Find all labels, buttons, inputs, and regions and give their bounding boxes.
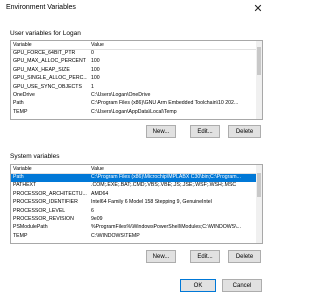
system-header-value[interactable]: Value <box>91 166 253 172</box>
system-variable-row[interactable]: PROCESSOR_IDENTIFIER Intel64 Family 6 Mod… <box>11 199 256 207</box>
user-variable-row[interactable]: TEMP C:\Users\Logan\AppData\Local\Temp <box>11 109 256 117</box>
user-header-value[interactable]: Value <box>91 42 253 48</box>
system-variable-name: PROCESSOR_IDENTIFIER <box>13 199 78 206</box>
system-variable-row[interactable]: TEMP C:\WINDOWS\TEMP <box>11 233 256 241</box>
system-variable-row[interactable]: PSModulePath %ProgramFiles%\WindowsPowerS… <box>11 224 256 232</box>
user-variable-name: OneDrive <box>13 92 35 98</box>
user-variable-value: C:\Program Files (x86)\GNU Arm Embedded … <box>91 100 239 107</box>
user-variable-value: 0 <box>91 50 94 56</box>
system-variable-row[interactable]: PATHEXT .COM;.EXE;.BAT;.CMD;.VBS;.VBE;.JS… <box>11 182 256 190</box>
system-variable-name: PROCESSOR_LEVEL <box>13 207 66 214</box>
system-variable-value: 9e09 <box>91 216 103 222</box>
system-variable-value: AMD64 <box>91 190 109 197</box>
user-variable-value: C:\Users\Logan\OneDrive <box>91 92 151 98</box>
system-list-scrollbar[interactable] <box>256 165 262 243</box>
system-list-header: Variable Value <box>11 165 256 174</box>
system-variable-name: PSModulePath <box>13 224 48 231</box>
system-variable-value: Intel64 Family 6 Model 158 Stepping 9, G… <box>91 199 212 206</box>
system-new-button[interactable]: New... <box>146 250 176 263</box>
user-variable-value: 100 <box>91 75 100 82</box>
system-variables-list[interactable]: Variable Value Path C:\Program Files (x86… <box>10 164 263 244</box>
user-list-scrollbar[interactable] <box>256 41 262 119</box>
user-header-variable[interactable]: Variable <box>13 42 87 48</box>
close-icon[interactable]: ✕ <box>251 2 265 16</box>
system-variable-row[interactable]: Path C:\Program Files (x86)\Microchip\MPL… <box>11 174 256 182</box>
user-variables-label: User variables for Logan <box>10 30 81 37</box>
user-variable-row[interactable]: GPU_MAX_HEAP_SIZE 100 <box>11 67 256 75</box>
user-new-button[interactable]: New... <box>146 125 176 138</box>
user-variable-name: Path <box>13 100 24 107</box>
environment-variables-dialog: Environment Variables ✕ User variables f… <box>0 0 271 300</box>
user-variable-row[interactable]: OneDrive C:\Users\Logan\OneDrive <box>11 92 256 100</box>
system-variable-row[interactable]: PROCESSOR_ARCHITECTU... AMD64 <box>11 191 256 199</box>
system-variable-row[interactable]: PROCESSOR_REVISION 9e09 <box>11 216 256 224</box>
user-variable-name: GPU_SINGLE_ALLOC_PERC... <box>13 75 87 82</box>
user-variable-row[interactable]: Path C:\Program Files (x86)\GNU Arm Embed… <box>11 100 256 108</box>
user-scroll-thumb[interactable] <box>257 47 261 75</box>
title-bar: Environment Variables ✕ <box>0 0 271 20</box>
system-variable-name: Path <box>13 174 24 180</box>
system-variable-name: TEMP <box>13 232 28 239</box>
user-variable-row[interactable]: GPU_MAX_ALLOC_PERCENT 100 <box>11 58 256 66</box>
system-variable-value: .COM;.EXE;.BAT;.CMD;.VBS;.VBE;.JS;.JSE;.… <box>91 182 237 189</box>
system-variable-value: C:\Program Files (x86)\Microchip\MPLABX … <box>91 174 241 180</box>
system-scroll-thumb[interactable] <box>257 173 261 197</box>
user-variable-name: GPU_MAX_ALLOC_PERCENT <box>13 58 86 65</box>
user-variable-value: 100 <box>91 58 100 65</box>
user-delete-button[interactable]: Delete <box>228 125 261 138</box>
cancel-button[interactable]: Cancel <box>222 279 262 292</box>
system-variables-label: System variables <box>10 153 60 160</box>
system-header-variable[interactable]: Variable <box>13 166 87 172</box>
window-title: Environment Variables <box>6 4 76 11</box>
system-variable-value: 6 <box>91 207 94 214</box>
user-variables-list[interactable]: Variable Value GPU_FORCE_64BIT_PTR 0 GPU_M… <box>10 40 263 120</box>
user-variable-value: 1 <box>91 83 94 90</box>
system-variable-row[interactable]: PROCESSOR_LEVEL 6 <box>11 208 256 216</box>
user-variable-value: C:\Users\Logan\AppData\Local\Temp <box>91 108 177 115</box>
system-variable-value: C:\WINDOWS\TEMP <box>91 232 140 239</box>
user-variable-name: GPU_USE_SYNC_OBJECTS <box>13 83 82 90</box>
user-edit-button[interactable]: Edit... <box>190 125 220 138</box>
user-variable-name: TEMP <box>13 108 28 115</box>
system-edit-button[interactable]: Edit... <box>190 250 220 263</box>
user-variable-row[interactable]: GPU_USE_SYNC_OBJECTS 1 <box>11 84 256 92</box>
user-list-header: Variable Value <box>11 41 256 50</box>
user-variable-name: GPU_MAX_HEAP_SIZE <box>13 66 70 73</box>
system-variable-name: PATHEXT <box>13 182 37 189</box>
user-variable-name: GPU_FORCE_64BIT_PTR <box>13 50 76 56</box>
system-variable-name: PROCESSOR_REVISION <box>13 216 74 222</box>
system-delete-button[interactable]: Delete <box>228 250 261 263</box>
user-variable-value: 100 <box>91 66 100 73</box>
ok-button[interactable]: OK <box>180 279 216 292</box>
user-variable-row[interactable]: GPU_FORCE_64BIT_PTR 0 <box>11 50 256 58</box>
user-variable-row[interactable]: GPU_SINGLE_ALLOC_PERC... 100 <box>11 75 256 83</box>
system-variable-value: %ProgramFiles%\WindowsPowerShell\Modules… <box>91 224 241 231</box>
system-variable-name: PROCESSOR_ARCHITECTU... <box>13 190 87 197</box>
